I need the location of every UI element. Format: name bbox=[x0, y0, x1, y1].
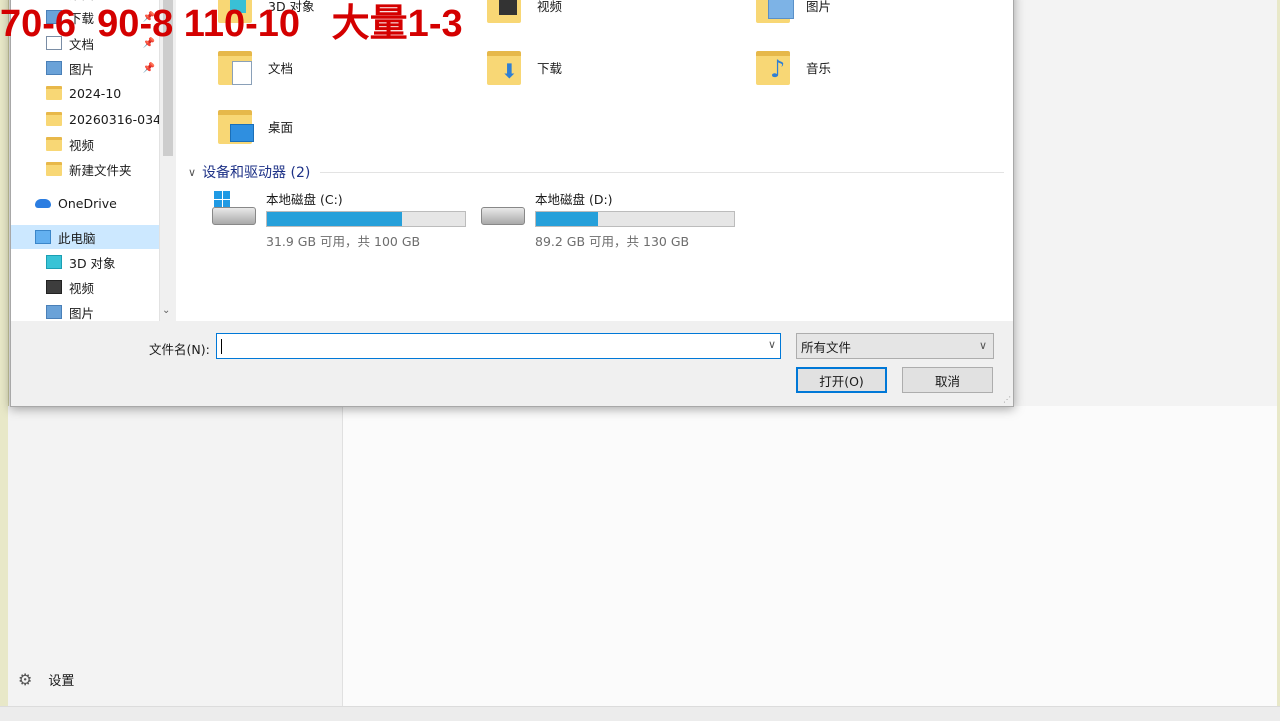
folder-icon bbox=[46, 112, 62, 126]
drive-free-space: 89.2 GB 可用，共 130 GB bbox=[535, 234, 690, 249]
folder-pictures[interactable]: 图片 bbox=[756, 0, 831, 25]
this-pc-icon bbox=[35, 230, 51, 244]
folder-content-area: 3D 对象 视频 图片 文档 ⬇ 下载 ♪ 音乐 桌面 ∨ 设备和驱动器 (2) bbox=[176, 0, 1013, 321]
nav-item[interactable]: 2024-10 bbox=[11, 81, 159, 105]
navigation-scrollbar[interactable]: ⌄ bbox=[159, 0, 177, 321]
nav-item[interactable]: 此电脑 bbox=[11, 225, 159, 249]
chevron-down-icon: ∨ bbox=[978, 339, 987, 352]
folder-label: 图片 bbox=[806, 0, 832, 14]
3d-objects-icon bbox=[46, 255, 62, 269]
dialog-footer: 文件名(N): ∨ 所有文件 ∨ 打开(O) 取消 ⋰ bbox=[11, 321, 1013, 406]
nav-item-label: OneDrive bbox=[58, 195, 117, 211]
navigation-pane: 桌面📌下载📌文档📌图片📌2024-1020260316-0347视频新建文件夹O… bbox=[11, 0, 159, 321]
drive-name: 本地磁盘 (D:) bbox=[535, 192, 613, 207]
drive-name: 本地磁盘 (C:) bbox=[266, 192, 343, 207]
filename-combobox[interactable]: ∨ bbox=[216, 333, 781, 359]
text-caret bbox=[221, 339, 222, 354]
nav-item[interactable]: 视频 bbox=[11, 132, 159, 156]
onedrive-icon bbox=[35, 198, 51, 208]
drive-d[interactable]: 本地磁盘 (D:) 89.2 GB 可用，共 130 GB bbox=[481, 189, 735, 250]
documents-folder-icon bbox=[218, 47, 254, 87]
folder-downloads[interactable]: ⬇ 下载 bbox=[487, 47, 562, 87]
cancel-button[interactable]: 取消 bbox=[902, 367, 993, 393]
drive-usage-bar bbox=[266, 211, 466, 227]
drive-icon bbox=[481, 201, 527, 231]
nav-item[interactable]: 视频 bbox=[11, 275, 159, 299]
desktop-folder-icon bbox=[218, 106, 254, 146]
filetype-value: 所有文件 bbox=[801, 339, 852, 355]
background-sidebar bbox=[8, 406, 343, 706]
nav-item-label: 视频 bbox=[69, 280, 95, 296]
nav-item[interactable]: 图片 bbox=[11, 300, 159, 321]
nav-item[interactable]: 图片 📌 bbox=[11, 56, 159, 80]
filename-label: 文件名(N): bbox=[149, 342, 210, 357]
drive-c[interactable]: 本地磁盘 (C:) 31.9 GB 可用，共 100 GB bbox=[212, 189, 466, 250]
gear-icon: ⚙ bbox=[18, 670, 33, 689]
folder-label: 音乐 bbox=[806, 60, 832, 76]
drive-free-space: 31.9 GB 可用，共 100 GB bbox=[266, 234, 421, 249]
system-drive-icon bbox=[212, 191, 258, 231]
nav-item-label: 图片 bbox=[69, 305, 95, 321]
nav-item-label: 视频 bbox=[69, 137, 95, 153]
settings-nav-item[interactable]: ⚙ 设置 bbox=[18, 670, 74, 689]
folder-icon bbox=[46, 137, 62, 151]
nav-item-label: 图片 bbox=[69, 61, 95, 77]
folder-videos[interactable]: 视频 bbox=[487, 0, 562, 25]
group-header-label: 设备和驱动器 (2) bbox=[202, 165, 311, 181]
group-divider bbox=[320, 171, 1004, 173]
folder-label: 文档 bbox=[268, 60, 294, 76]
scroll-down-arrow-icon[interactable]: ⌄ bbox=[162, 305, 170, 316]
folder-icon bbox=[46, 86, 62, 100]
background-status-bar bbox=[0, 706, 1280, 721]
downloads-folder-icon: ⬇ bbox=[487, 47, 523, 87]
resize-grip-icon[interactable]: ⋰ bbox=[1003, 395, 1011, 404]
overlay-caption: 70-6 90-8 110-10 大量1-3 bbox=[0, 3, 463, 45]
music-folder-icon: ♪ bbox=[756, 47, 792, 87]
background-main-area bbox=[343, 406, 1277, 706]
folder-desktop[interactable]: 桌面 bbox=[218, 106, 293, 146]
folder-icon bbox=[46, 162, 62, 176]
videos-icon bbox=[46, 280, 62, 294]
pictures-folder-icon bbox=[756, 0, 794, 25]
filename-input[interactable] bbox=[220, 337, 759, 357]
drive-usage-bar bbox=[535, 211, 735, 227]
folder-music[interactable]: ♪ 音乐 bbox=[756, 47, 831, 87]
nav-item[interactable]: 3D 对象 bbox=[11, 250, 159, 274]
folder-label: 桌面 bbox=[268, 119, 294, 135]
pictures-icon bbox=[46, 305, 62, 319]
pin-icon: 📌 bbox=[142, 62, 155, 74]
windows-logo-icon bbox=[214, 191, 230, 207]
nav-item-label: 3D 对象 bbox=[69, 255, 116, 271]
nav-item[interactable]: OneDrive bbox=[11, 191, 159, 215]
nav-item-label: 此电脑 bbox=[58, 230, 96, 246]
folder-documents[interactable]: 文档 bbox=[218, 47, 293, 87]
filetype-select[interactable]: 所有文件 ∨ bbox=[796, 333, 994, 359]
open-file-dialog: 桌面📌下载📌文档📌图片📌2024-1020260316-0347视频新建文件夹O… bbox=[10, 0, 1014, 407]
chevron-down-icon: ∨ bbox=[188, 165, 197, 179]
nav-item-label: 2024-10 bbox=[69, 85, 122, 101]
videos-folder-icon bbox=[487, 0, 523, 25]
devices-group-header[interactable]: ∨ 设备和驱动器 (2) bbox=[188, 162, 1004, 182]
chevron-down-icon[interactable]: ∨ bbox=[768, 338, 776, 351]
pictures-icon bbox=[46, 61, 62, 75]
folder-label: 下载 bbox=[537, 60, 563, 76]
nav-item[interactable]: 新建文件夹 bbox=[11, 157, 159, 181]
folder-label: 视频 bbox=[537, 0, 563, 14]
nav-item-label: 20260316-0347 bbox=[69, 111, 159, 127]
settings-label: 设置 bbox=[48, 674, 75, 689]
nav-item-label: 新建文件夹 bbox=[69, 162, 132, 178]
open-button[interactable]: 打开(O) bbox=[796, 367, 887, 393]
nav-item[interactable]: 20260316-0347 bbox=[11, 107, 159, 131]
